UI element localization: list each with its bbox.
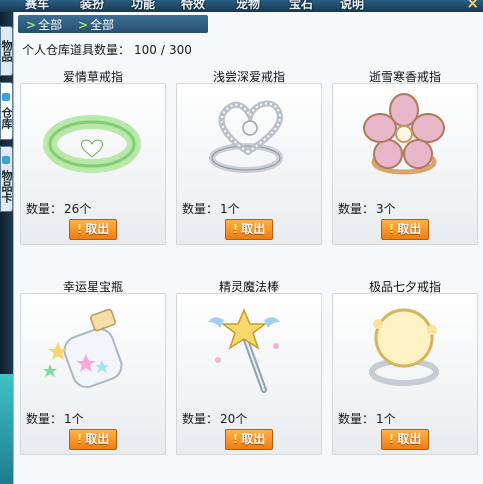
storage-count: 个人仓库道具数量： 100/300 bbox=[22, 41, 196, 58]
item-quantity: 数量： 3个 bbox=[338, 200, 398, 217]
item-card-tab-icon bbox=[2, 155, 10, 164]
take-out-button[interactable]: ! 取出 bbox=[381, 429, 429, 450]
quantity-value: 1个 bbox=[376, 412, 396, 426]
quantity-value: 20个 bbox=[220, 412, 248, 426]
take-out-label: 取出 bbox=[85, 222, 110, 236]
quantity-label: 数量： bbox=[182, 202, 219, 216]
take-out-button[interactable]: ! 取出 bbox=[69, 219, 117, 240]
item-quantity: 数量： 1个 bbox=[182, 200, 242, 217]
take-out-label: 取出 bbox=[397, 432, 422, 446]
quantity-label: 数量： bbox=[26, 202, 63, 216]
moon-ring-icon bbox=[369, 308, 439, 386]
category-tab-cars[interactable]: 赛车 bbox=[25, 0, 49, 12]
close-icon[interactable]: × bbox=[466, 0, 479, 12]
left-tab-items-label: 物品 bbox=[0, 40, 13, 62]
breadcrumb-item-all-2[interactable]: > 全部 bbox=[78, 16, 114, 33]
left-column-decoration bbox=[0, 374, 13, 484]
take-out-label: 取出 bbox=[241, 222, 266, 236]
exclamation-icon: ! bbox=[232, 222, 239, 236]
category-tab-pets[interactable]: 宠物 bbox=[236, 0, 260, 12]
chevron-right-icon: > bbox=[26, 18, 37, 32]
magic-wand-icon bbox=[208, 308, 280, 393]
breadcrumb-item-all-1[interactable]: > 全部 bbox=[26, 16, 62, 33]
exclamation-icon: ! bbox=[388, 432, 395, 446]
category-tab-outfits[interactable]: 装扮 bbox=[80, 0, 104, 12]
item-card: 爱情草戒指 数量： 26个 ! 取出 bbox=[20, 68, 166, 260]
take-out-label: 取出 bbox=[85, 432, 110, 446]
left-tab-column: 物品 仓库 物品卡 bbox=[0, 12, 13, 484]
take-out-label: 取出 bbox=[397, 222, 422, 236]
storage-count-separator: / bbox=[160, 43, 165, 57]
quantity-label: 数量： bbox=[338, 412, 375, 426]
storage-count-label: 个人仓库道具数量： bbox=[22, 43, 131, 57]
storage-count-max: 300 bbox=[168, 43, 192, 57]
green-heart-ring-icon bbox=[43, 115, 141, 173]
quantity-value: 1个 bbox=[64, 412, 84, 426]
category-tab-effects[interactable]: 特效 bbox=[181, 0, 205, 12]
left-tab-storage[interactable]: 仓库 bbox=[0, 82, 13, 140]
item-card: 逝雪寒香戒指 数量： 3个 ! 取出 bbox=[332, 68, 478, 260]
breadcrumb-label: 全部 bbox=[90, 18, 115, 32]
take-out-button[interactable]: ! 取出 bbox=[225, 429, 273, 450]
take-out-button[interactable]: ! 取出 bbox=[69, 429, 117, 450]
item-card: 浅尝深爱戒指 数量： 1个 ! 取出 bbox=[176, 68, 322, 260]
take-out-label: 取出 bbox=[241, 432, 266, 446]
quantity-label: 数量： bbox=[26, 412, 63, 426]
star-bottle-icon bbox=[43, 308, 123, 389]
breadcrumb-label: 全部 bbox=[38, 18, 63, 32]
chevron-right-icon: > bbox=[78, 18, 89, 32]
quantity-label: 数量： bbox=[338, 202, 375, 216]
item-quantity: 数量： 1个 bbox=[26, 410, 86, 427]
storage-tab-icon bbox=[2, 93, 10, 102]
quantity-value: 1个 bbox=[220, 202, 240, 216]
quantity-value: 3个 bbox=[376, 202, 396, 216]
exclamation-icon: ! bbox=[76, 432, 83, 446]
breadcrumb: > 全部 > 全部 bbox=[18, 15, 208, 33]
left-tab-items[interactable]: 物品 bbox=[0, 26, 13, 76]
quantity-label: 数量： bbox=[182, 412, 219, 426]
storage-panel: > 全部 > 全部 个人仓库道具数量： 100/300 爱情草戒指 数量： 26个 ! 取… bbox=[13, 12, 483, 484]
category-tab-gems[interactable]: 宝石 bbox=[289, 0, 313, 12]
silver-heart-ring-icon bbox=[209, 100, 283, 173]
exclamation-icon: ! bbox=[76, 222, 83, 236]
category-tab-functions[interactable]: 功能 bbox=[131, 0, 155, 12]
item-quantity: 数量： 26个 bbox=[26, 200, 93, 217]
take-out-button[interactable]: ! 取出 bbox=[381, 219, 429, 240]
item-card: 精灵魔法棒 数量： 20个 ! 取出 bbox=[176, 278, 322, 470]
exclamation-icon: ! bbox=[232, 432, 239, 446]
take-out-button[interactable]: ! 取出 bbox=[225, 219, 273, 240]
item-quantity: 数量： 20个 bbox=[182, 410, 249, 427]
item-card: 幸运星宝瓶 数量： 1个 ! 取出 bbox=[20, 278, 166, 470]
pink-flower-ring-icon bbox=[363, 93, 445, 175]
exclamation-icon: ! bbox=[388, 222, 395, 236]
left-tab-storage-label: 仓库 bbox=[0, 106, 13, 129]
category-tab-help[interactable]: 说明 bbox=[340, 0, 364, 12]
quantity-value: 26个 bbox=[64, 202, 92, 216]
storage-count-current: 100 bbox=[134, 43, 157, 57]
item-card: 极品七夕戒指 数量： 1个 ! 取出 bbox=[332, 278, 478, 470]
left-tab-item-cards[interactable]: 物品卡 bbox=[0, 146, 13, 212]
item-quantity: 数量： 1个 bbox=[338, 410, 398, 427]
left-tab-item-cards-label: 物品卡 bbox=[0, 169, 13, 203]
